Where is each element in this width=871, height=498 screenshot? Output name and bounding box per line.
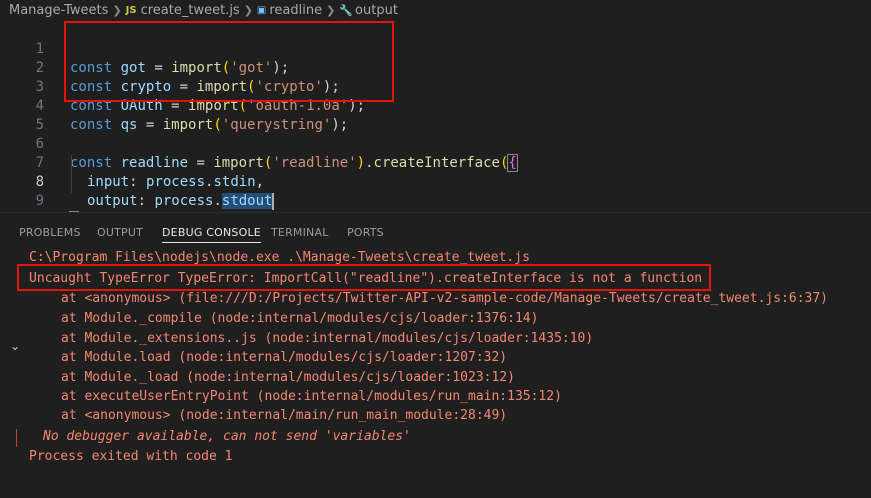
tab-debug-console[interactable]: DEBUG CONSOLE — [162, 226, 261, 243]
tab-ports[interactable]: PORTS — [347, 226, 384, 239]
bottom-panel: PROBLEMS OUTPUT DEBUG CONSOLE TERMINAL P… — [0, 212, 871, 498]
code-line: 9 }); — [0, 173, 871, 229]
breadcrumb-file-label: create_tweet.js — [140, 2, 240, 18]
stack-trace-line: at Module._extensions..js (node:internal… — [61, 331, 594, 346]
group-indicator — [16, 429, 17, 447]
stack-trace-line: at <anonymous> (node:internal/main/run_m… — [61, 408, 508, 423]
breadcrumb-folder-label: Manage-Tweets — [9, 2, 109, 18]
code-line: 6 const readline = import('readline').cr… — [0, 116, 871, 172]
breadcrumb-file[interactable]: JS create_tweet.js — [126, 3, 240, 18]
breadcrumb-symbol-label: readline — [269, 2, 323, 18]
code-line: 7 input: process.stdin, — [0, 135, 871, 190]
code-line-active: 8 output: process.stdout — [0, 154, 871, 210]
chevron-down-icon[interactable]: ⌄ — [10, 339, 20, 353]
code-line: 10 — [0, 192, 871, 228]
tab-terminal[interactable]: TERMINAL — [271, 226, 329, 239]
stack-trace-line: at executeUserEntryPoint (node:internal/… — [61, 389, 562, 404]
stack-trace-line: at Module._load (node:internal/modules/c… — [61, 370, 515, 385]
breadcrumb-property-label: output — [355, 2, 398, 18]
stack-trace-line: at <anonymous> (file:///D:/Projects/Twit… — [61, 291, 829, 306]
js-file-icon: JS — [125, 4, 137, 16]
breadcrumb-folder[interactable]: Manage-Tweets — [9, 3, 108, 18]
stack-trace-line: at Module._compile (node:internal/module… — [61, 311, 539, 326]
tab-problems[interactable]: PROBLEMS — [19, 226, 81, 239]
tab-output[interactable]: OUTPUT — [97, 226, 143, 239]
wrench-icon: 🔧 — [339, 3, 354, 17]
breadcrumb-property[interactable]: 🔧 output — [339, 3, 398, 18]
stack-trace-line: at Module.load (node:internal/modules/cj… — [61, 350, 508, 365]
chevron-right-icon: ❯ — [326, 3, 336, 17]
code-editor[interactable]: 1 const got = import('got'); 2 const cry… — [0, 20, 871, 229]
chevron-right-icon: ❯ — [112, 3, 122, 17]
variable-symbol-icon: ▣ — [256, 4, 267, 16]
annotation-box-imports — [64, 21, 394, 102]
breadcrumb-symbol[interactable]: ▣ readline — [257, 3, 322, 18]
console-line: Process exited with code 1 — [29, 449, 233, 464]
chevron-right-icon: ❯ — [243, 3, 253, 17]
breadcrumb: Manage-Tweets ❯ JS create_tweet.js ❯ ▣ r… — [0, 0, 871, 20]
annotation-box-error — [17, 264, 711, 291]
console-warning-line: No debugger available, can not send 'var… — [43, 429, 411, 444]
panel-tabs: PROBLEMS OUTPUT DEBUG CONSOLE TERMINAL P… — [0, 213, 871, 247]
